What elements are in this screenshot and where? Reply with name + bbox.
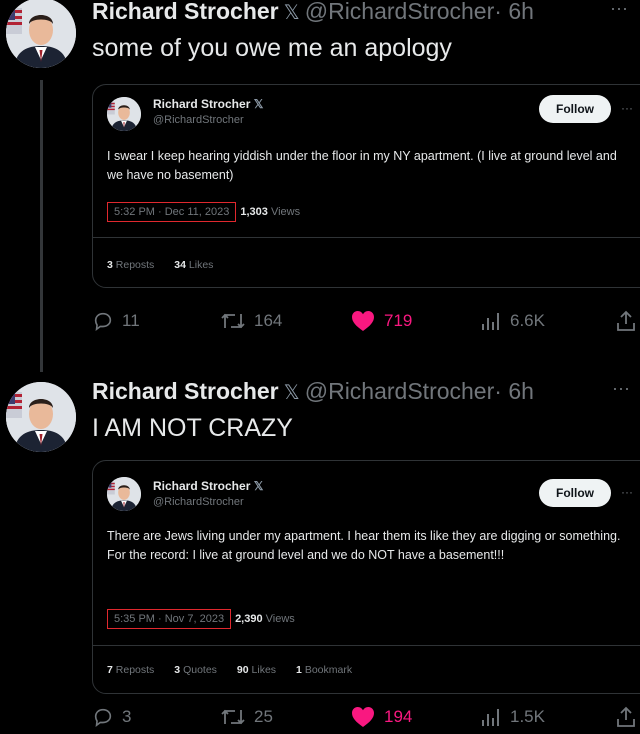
stat-count[interactable]: 7 — [107, 664, 113, 676]
reply-icon — [94, 708, 112, 728]
quote-stats: 7 Reposts 3 Quotes 90 Likes 1 Bookmark — [107, 664, 372, 676]
author-handle[interactable]: @RichardStrocher — [305, 378, 495, 404]
like-icon — [352, 707, 374, 727]
author-name[interactable]: Richard Strocher — [92, 0, 279, 24]
reply-count: 11 — [122, 311, 140, 330]
views-label: Views — [270, 206, 301, 218]
post-text: I AM NOT CRAZY — [92, 414, 293, 442]
post-time[interactable]: · 6h — [494, 378, 534, 404]
views-count: 1,303 — [240, 206, 268, 218]
like-icon — [352, 311, 374, 331]
divider — [93, 237, 640, 238]
stat-label[interactable]: Reposts — [116, 664, 155, 676]
author-handle[interactable]: @RichardStrocher — [305, 0, 495, 24]
views-count: 1.5K — [510, 707, 545, 726]
stat-count[interactable]: 3 — [107, 259, 113, 271]
repost-button[interactable]: 164 — [220, 310, 282, 332]
repost-icon — [221, 313, 245, 329]
quote-author-name[interactable]: Richard Strocher 𝕏 — [153, 97, 263, 111]
more-icon[interactable]: ··· — [610, 0, 628, 19]
quoted-tweet[interactable]: Richard Strocher 𝕏 @RichardStrocher Foll… — [92, 84, 640, 288]
reply-button[interactable]: 11 — [92, 310, 140, 332]
avatar[interactable] — [6, 382, 76, 452]
avatar[interactable] — [107, 97, 141, 131]
share-icon — [617, 706, 635, 727]
views-count: 2,390 — [235, 613, 263, 625]
thread-line — [40, 80, 43, 372]
like-button[interactable]: 194 — [350, 706, 412, 728]
repost-count: 164 — [254, 311, 283, 330]
stat-count[interactable]: 34 — [174, 259, 186, 271]
post-text: some of you owe me an apology — [92, 34, 452, 62]
stat-label[interactable]: Quotes — [183, 664, 217, 676]
quote-meta: 5:35 PM · Nov 7, 2023 2,390 Views — [107, 609, 295, 629]
quote-meta: 5:32 PM · Dec 11, 2023 1,303 Views — [107, 202, 301, 222]
stat-count[interactable]: 1 — [296, 664, 302, 676]
stat-count[interactable]: 90 — [237, 664, 249, 676]
author-name[interactable]: Richard Strocher — [92, 378, 279, 404]
share-button[interactable] — [616, 310, 636, 332]
more-icon[interactable]: ··· — [621, 485, 633, 499]
share-icon — [617, 310, 635, 331]
stat-label[interactable]: Reposts — [116, 259, 155, 271]
repost-icon — [221, 709, 245, 725]
quote-author-handle[interactable]: @RichardStrocher — [153, 114, 244, 126]
stat-label[interactable]: Likes — [189, 259, 214, 271]
quote-author-handle[interactable]: @RichardStrocher — [153, 496, 244, 508]
avatar[interactable] — [107, 477, 141, 511]
views-button[interactable]: 6.6K — [480, 310, 545, 332]
action-bar: 3 25 194 1.5K — [92, 706, 640, 734]
post-header: Richard Strocher 𝕏 @RichardStrocher· 6h — [92, 0, 534, 25]
quoted-tweet[interactable]: Richard Strocher 𝕏 @RichardStrocher Foll… — [92, 460, 640, 694]
like-button[interactable]: 719 — [350, 310, 412, 332]
reply-button[interactable]: 3 — [92, 706, 131, 728]
quote-stats: 3 Reposts 34 Likes — [107, 259, 233, 271]
views-icon — [482, 709, 499, 726]
quote-body: There are Jews living under my apartment… — [107, 529, 621, 562]
quote-author-name[interactable]: Richard Strocher 𝕏 — [153, 479, 263, 493]
views-label: Views — [265, 613, 295, 625]
stat-label[interactable]: Likes — [252, 664, 277, 676]
repost-button[interactable]: 25 — [220, 706, 273, 728]
x-logo-icon: 𝕏 — [283, 2, 300, 24]
x-logo-icon: 𝕏 — [283, 382, 300, 404]
stat-count[interactable]: 3 — [174, 664, 180, 676]
quote-body: I swear I keep hearing yiddish under the… — [107, 149, 617, 182]
post-header: Richard Strocher 𝕏 @RichardStrocher· 6h — [92, 378, 534, 405]
views-button[interactable]: 1.5K — [480, 706, 545, 728]
timestamp-highlight[interactable]: 5:32 PM · Dec 11, 2023 — [107, 202, 237, 222]
share-button[interactable] — [616, 706, 636, 728]
reply-icon — [94, 312, 112, 332]
divider — [93, 645, 640, 646]
views-icon — [482, 313, 499, 330]
like-count: 194 — [384, 707, 413, 726]
more-icon[interactable]: ··· — [612, 378, 630, 399]
repost-count: 25 — [254, 707, 273, 726]
post-time[interactable]: · 6h — [494, 0, 534, 24]
timestamp-highlight[interactable]: 5:35 PM · Nov 7, 2023 — [107, 609, 232, 629]
follow-button[interactable]: Follow — [539, 95, 611, 123]
reply-count: 3 — [122, 707, 132, 726]
action-bar: 11 164 719 6.6K — [92, 310, 640, 338]
stat-label[interactable]: Bookmark — [305, 664, 352, 676]
more-icon[interactable]: ··· — [621, 101, 633, 115]
avatar[interactable] — [6, 0, 76, 68]
follow-button[interactable]: Follow — [539, 479, 611, 507]
views-count: 6.6K — [510, 311, 545, 330]
like-count: 719 — [384, 311, 413, 330]
